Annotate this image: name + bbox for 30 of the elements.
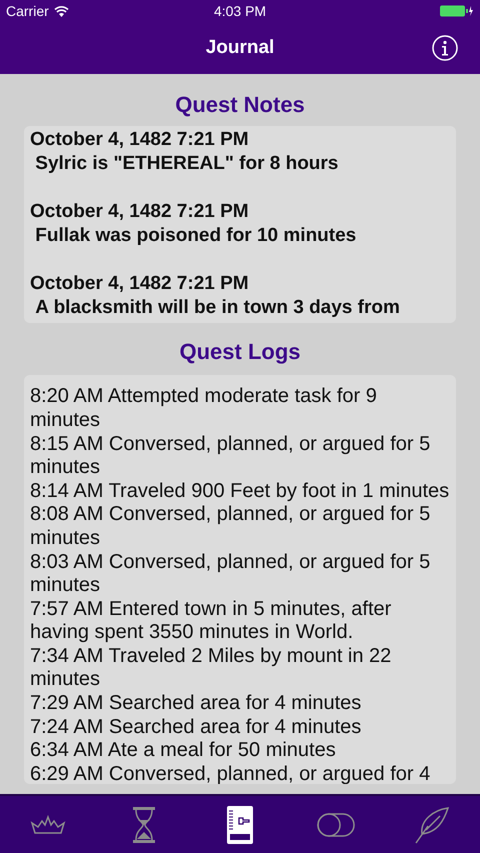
nav-title: Journal bbox=[206, 37, 274, 59]
crown-icon bbox=[30, 814, 66, 834]
section-heading: Quest Notes bbox=[174, 91, 306, 119]
note-date: October 4, 1482 7:21 PM bbox=[30, 272, 250, 296]
note-text: Sylric is "ETHEREAL" for 8 hours bbox=[34, 152, 340, 176]
toggle-icon bbox=[317, 812, 355, 836]
log-entry: 7:29 AM Searched area for 4 minutes bbox=[30, 692, 362, 716]
carrier-name: Carrier bbox=[6, 3, 49, 19]
quill-icon bbox=[414, 806, 450, 844]
wifi-icon bbox=[54, 6, 69, 16]
section-heading: Quest Logs bbox=[178, 338, 302, 366]
note-text: A blacksmith will be in town 3 days from bbox=[34, 296, 401, 320]
log-entry: 8:20 AM Attempted moderate task for 9 minutes bbox=[30, 385, 378, 433]
note-text: Fullak was poisoned for 10 minutes bbox=[34, 224, 358, 248]
note-date: October 4, 1482 7:21 PM bbox=[30, 128, 250, 152]
log-entry: 8:15 AM Conversed, planned, or argued for 5 minutes bbox=[30, 432, 432, 480]
log-entry: 7:24 AM Searched area for 4 minutes bbox=[30, 716, 362, 740]
log-entry: 8:14 AM Traveled 900 Feet by foot in 1 minutes bbox=[30, 480, 450, 504]
status-time: 4:03 PM bbox=[214, 3, 266, 19]
log-entry: 6:34 AM Ate a meal for 50 minutes bbox=[30, 739, 337, 763]
journal-icon bbox=[227, 806, 253, 844]
log-entry: 8:03 AM Conversed, planned, or argued for 5 minutes bbox=[30, 550, 432, 598]
log-entry: 8:08 AM Conversed, planned, or argued for 5 minutes bbox=[30, 503, 432, 550]
log-entry: 7:34 AM Traveled 2 Miles by mount in 22 minutes bbox=[30, 644, 392, 692]
log-entry: 6:29 AM Conversed, planned, or argued for 4 bbox=[30, 762, 432, 784]
log-entry: 7:57 AM Entered town in 5 minutes, after having spent 3550 minutes in World. bbox=[30, 598, 392, 645]
note-date: October 4, 1482 7:21 PM bbox=[30, 200, 250, 224]
info-button[interactable] bbox=[432, 35, 458, 61]
battery-icon bbox=[440, 5, 474, 17]
hourglass-icon bbox=[132, 806, 156, 844]
